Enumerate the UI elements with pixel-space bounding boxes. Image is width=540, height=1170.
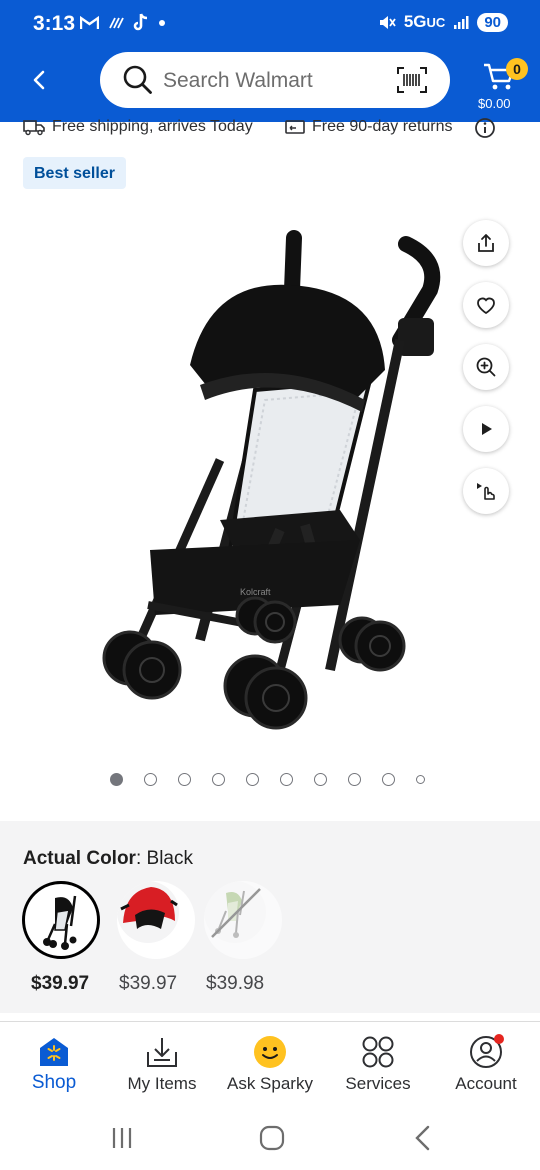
tiktok-icon xyxy=(133,13,148,31)
system-navigation-bar xyxy=(0,1104,540,1170)
nav-my-items[interactable]: My Items xyxy=(108,1022,216,1104)
shipping-text: Free shipping, arrives Today xyxy=(52,118,253,135)
black-stroller-thumb xyxy=(43,895,77,950)
carousel-dot[interactable] xyxy=(314,773,327,786)
color-selector: Actual Color: Black $39.97 $39.97 $39.98 xyxy=(0,821,540,1013)
carousel-dot[interactable] xyxy=(416,775,425,784)
cart-count-badge: 0 xyxy=(506,58,528,80)
brand-logo: Kolcraft xyxy=(240,587,271,597)
recent-apps-icon[interactable] xyxy=(110,1126,134,1150)
network-sub: UC xyxy=(426,15,446,30)
share-icon xyxy=(478,234,494,252)
product-image[interactable]: Kolcraft xyxy=(80,220,460,740)
mute-icon xyxy=(379,15,396,29)
zoom-button[interactable] xyxy=(463,344,509,390)
carousel-dot[interactable] xyxy=(144,773,157,786)
sparky-face-icon xyxy=(254,1036,286,1068)
bottom-navigation: Shop My Items Ask Sparky Services Accoun… xyxy=(0,1021,540,1103)
touch-icon xyxy=(477,483,495,500)
nav-services[interactable]: Services xyxy=(324,1022,432,1104)
carousel-dot[interactable] xyxy=(382,773,395,786)
nav-shop[interactable]: Shop xyxy=(0,1022,108,1104)
nav-ask-sparky[interactable]: Ask Sparky xyxy=(216,1022,324,1104)
heart-icon xyxy=(477,297,495,315)
favorite-button[interactable] xyxy=(463,282,509,328)
price-black: $39.97 xyxy=(31,973,90,994)
video-button[interactable] xyxy=(463,406,509,452)
color-label: Actual Color: Black xyxy=(23,848,193,869)
app-header: 3:13 5GUC 90 Search Walmart 0 $0.00 xyxy=(0,0,540,122)
nav-label-my-items: My Items xyxy=(127,1074,197,1093)
green-stroller-thumb xyxy=(204,881,266,943)
carousel-dot[interactable] xyxy=(246,773,259,786)
status-time: 3:13 xyxy=(33,12,76,35)
notification-dot-icon xyxy=(159,19,165,26)
search-icon xyxy=(123,65,152,94)
shop-home-icon xyxy=(40,1038,68,1066)
account-icon xyxy=(470,1034,504,1068)
signal-wave-icon xyxy=(109,17,124,28)
services-grid-icon xyxy=(362,1036,394,1068)
back-arrow-icon[interactable] xyxy=(26,66,54,94)
red-stroller-thumb xyxy=(117,881,179,943)
image-carousel-dots xyxy=(110,773,425,786)
nav-account[interactable]: Account xyxy=(432,1022,540,1104)
stroller-illustration: Kolcraft xyxy=(102,230,441,730)
returns-text: Free 90-day returns xyxy=(312,118,453,135)
signal-bars-icon xyxy=(454,15,469,29)
system-back-icon[interactable] xyxy=(412,1125,434,1151)
barcode-scan-icon[interactable] xyxy=(396,66,428,94)
home-icon[interactable] xyxy=(259,1125,285,1151)
gmail-icon xyxy=(80,15,99,29)
shipping-info-row: Free shipping, arrives Today Free 90-day… xyxy=(0,116,540,142)
returns-icon xyxy=(285,120,305,134)
swatch-black[interactable] xyxy=(22,881,100,959)
search-bar[interactable]: Search Walmart xyxy=(100,52,450,108)
cart-total: $0.00 xyxy=(478,96,511,111)
swatch-red[interactable] xyxy=(117,881,195,959)
nav-label-shop: Shop xyxy=(31,1072,77,1093)
nav-label-ask-sparky: Ask Sparky xyxy=(227,1074,313,1093)
status-bar: 3:13 5GUC 90 xyxy=(0,0,540,50)
price-green: $39.98 xyxy=(206,973,265,994)
cart-button[interactable]: 0 $0.00 xyxy=(478,56,530,114)
price-red: $39.97 xyxy=(119,973,178,994)
search-input[interactable]: Search Walmart xyxy=(163,69,313,93)
carousel-dot[interactable] xyxy=(280,773,293,786)
swatch-green[interactable] xyxy=(204,881,282,959)
battery-indicator: 90 xyxy=(477,12,508,32)
product-page: 3:13 5GUC 90 Search Walmart 0 $0.00 Free… xyxy=(0,0,540,1170)
selected-color: Black xyxy=(146,848,193,869)
network-type: 5G xyxy=(403,12,427,31)
view-360-button[interactable] xyxy=(463,468,509,514)
play-icon xyxy=(482,423,492,435)
nav-label-services: Services xyxy=(345,1074,411,1093)
info-icon[interactable] xyxy=(474,117,496,139)
my-items-icon xyxy=(147,1038,177,1067)
zoom-in-icon xyxy=(476,357,496,377)
share-button[interactable] xyxy=(463,220,509,266)
carousel-dot[interactable] xyxy=(348,773,361,786)
carousel-dot[interactable] xyxy=(110,773,123,786)
delivery-truck-icon xyxy=(23,120,45,136)
nav-label-account: Account xyxy=(455,1074,517,1093)
carousel-dot[interactable] xyxy=(212,773,225,786)
carousel-dot[interactable] xyxy=(178,773,191,786)
best-seller-badge: Best seller xyxy=(23,157,126,189)
